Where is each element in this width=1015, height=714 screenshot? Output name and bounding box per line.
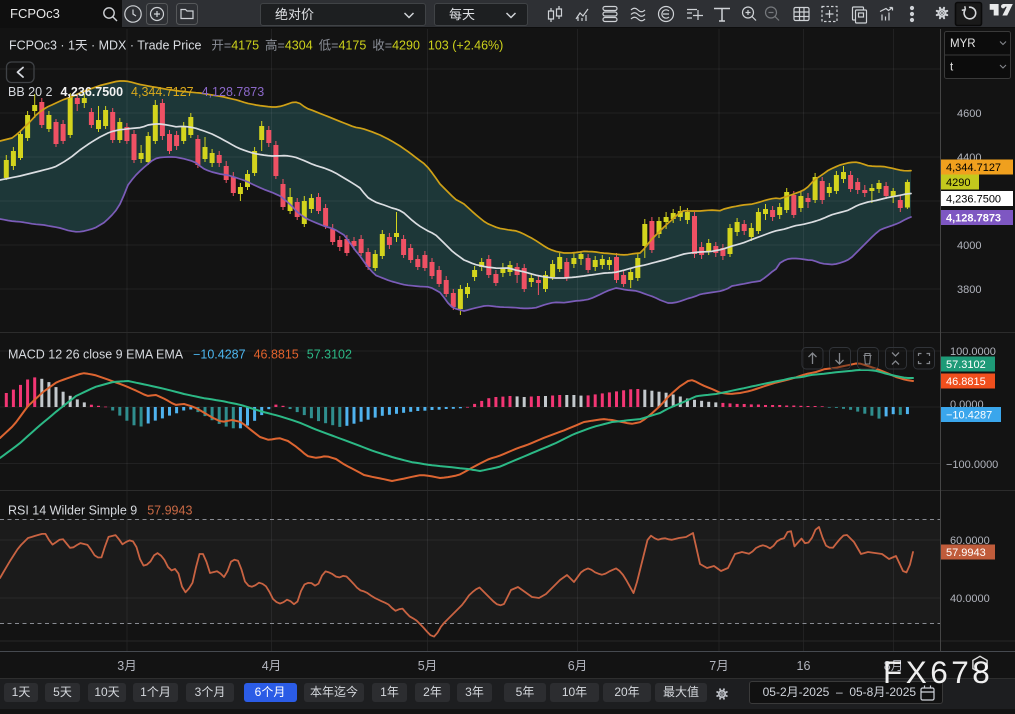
svg-text:8月: 8月 bbox=[884, 659, 903, 673]
svg-text:MYR: MYR bbox=[950, 38, 976, 50]
svg-text:4000: 4000 bbox=[957, 240, 981, 252]
svg-text:FCPOc3 · 1天 · MDX · Trade Pric: FCPOc3 · 1天 · MDX · Trade Price开=4175高=4… bbox=[9, 38, 503, 53]
svg-text:3月: 3月 bbox=[117, 659, 136, 673]
svg-text:−100.0000: −100.0000 bbox=[946, 459, 998, 471]
svg-text:4月: 4月 bbox=[262, 659, 281, 673]
svg-text:7月: 7月 bbox=[709, 659, 728, 673]
svg-text:5月: 5月 bbox=[418, 659, 437, 673]
svg-text:BB 20 24,236.75004,344.71274,1: BB 20 24,236.75004,344.71274,128.7873 bbox=[8, 85, 264, 99]
svg-text:3800: 3800 bbox=[957, 284, 981, 296]
svg-text:57.3102: 57.3102 bbox=[946, 359, 986, 371]
svg-text:−10.4287: −10.4287 bbox=[946, 410, 992, 422]
svg-text:4600: 4600 bbox=[957, 108, 981, 120]
svg-text:4,236.7500: 4,236.7500 bbox=[946, 194, 1001, 206]
svg-text:40.0000: 40.0000 bbox=[950, 593, 990, 605]
svg-text:57.9943: 57.9943 bbox=[946, 547, 986, 559]
svg-text:4290: 4290 bbox=[946, 177, 970, 189]
svg-text:4,128.7873: 4,128.7873 bbox=[946, 213, 1001, 225]
svg-text:4,344.7127: 4,344.7127 bbox=[946, 162, 1001, 174]
svg-text:46.8815: 46.8815 bbox=[946, 376, 986, 388]
svg-text:16: 16 bbox=[797, 659, 811, 673]
svg-text:100.0000: 100.0000 bbox=[950, 346, 996, 358]
svg-text:RSI 14 Wilder Simple 957.9943: RSI 14 Wilder Simple 957.9943 bbox=[8, 504, 192, 518]
svg-text:6月: 6月 bbox=[568, 659, 587, 673]
